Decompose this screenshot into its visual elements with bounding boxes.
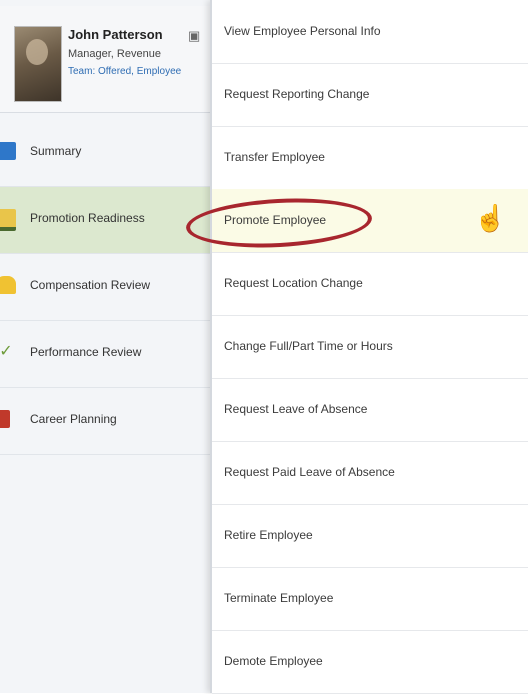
profile-card: John Patterson ▣ Manager, Revenue Team: … [0,6,210,113]
menu-item-label: Terminate Employee [224,591,334,605]
menu-item-label: Transfer Employee [224,150,325,164]
menu-item-transfer-employee[interactable]: Transfer Employee [212,126,528,190]
compensation-icon [0,276,16,294]
menu-item-retire-employee[interactable]: Retire Employee [212,504,528,568]
employee-name[interactable]: John Patterson [68,27,163,42]
sidebar-item-label: Performance Review [30,345,142,359]
sidebar-item-label: Promotion Readiness [30,211,145,225]
card-menu-icon[interactable]: ▣ [188,28,200,44]
sidebar-item-label: Compensation Review [30,278,151,292]
menu-item-change-hours[interactable]: Change Full/Part Time or Hours [212,315,528,379]
employee-org[interactable]: Team: Offered, Employee [68,66,208,77]
actions-dropdown-menu: View Employee Personal Info Request Repo… [184,0,528,694]
menu-item-label: Request Paid Leave of Absence [224,465,395,479]
menu-item-view-personal-info[interactable]: View Employee Personal Info [212,0,528,64]
menu-item-label: Demote Employee [224,654,323,668]
menu-item-label: Change Full/Part Time or Hours [224,339,393,353]
menu-item-request-leave[interactable]: Request Leave of Absence [212,378,528,442]
promotion-icon [0,209,16,231]
left-panel: John Patterson ▣ Manager, Revenue Team: … [0,0,210,693]
career-icon [0,410,10,428]
sidebar-item-label: Career Planning [30,412,117,426]
employee-title: Manager, Revenue [68,48,161,60]
avatar[interactable] [14,26,62,102]
sidebar-item-compensation-review[interactable]: Compensation Review [0,254,210,321]
menu-item-label: View Employee Personal Info [224,24,381,38]
sidebar-item-promotion-readiness[interactable]: Promotion Readiness [0,187,210,254]
sidebar-item-label: Summary [30,144,82,158]
performance-icon: ✓ [0,343,13,360]
menu-item-label: Request Reporting Change [224,87,370,101]
highlight-circle-annotation [184,194,374,252]
menu-item-demote-employee[interactable]: Demote Employee [212,630,528,694]
sidebar-item-performance-review[interactable]: ✓ Performance Review [0,321,210,388]
menu-item-terminate-employee[interactable]: Terminate Employee [212,567,528,631]
menu-item-request-location-change[interactable]: Request Location Change [212,252,528,316]
sidebar-item-summary[interactable]: Summary [0,120,210,187]
menu-item-label: Request Leave of Absence [224,402,368,416]
menu-item-label: Retire Employee [224,528,313,542]
summary-icon [0,142,16,160]
menu-item-promote-employee[interactable]: Promote Employee ☝ [184,189,528,253]
menu-item-request-paid-leave[interactable]: Request Paid Leave of Absence [212,441,528,505]
menu-item-request-reporting-change[interactable]: Request Reporting Change [212,63,528,127]
sidebar-nav: Summary Promotion Readiness Compensation… [0,120,210,455]
sidebar-item-career-planning[interactable]: Career Planning [0,388,210,455]
menu-item-label: Request Location Change [224,276,363,290]
hand-cursor-icon: ☝ [474,203,507,233]
